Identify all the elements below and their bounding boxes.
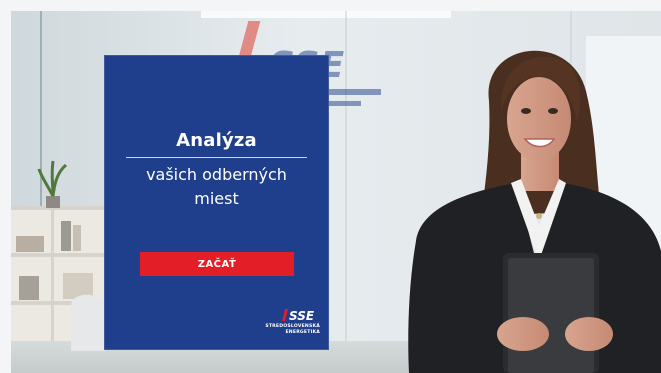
card-title: Analýza	[176, 130, 257, 151]
analysis-intro-card: Analýza vašich odberných miest ZAČAŤ SSE…	[104, 55, 329, 350]
logo-text-line-1: STREDOSLOVENSKÁ	[265, 324, 320, 329]
frame-top-border	[0, 0, 661, 11]
card-subtitle-line-2: miest	[194, 189, 239, 208]
card-subtitle-line-1: vašich odberných	[146, 165, 287, 184]
logo-text-line-2: ENERGETIKA	[285, 330, 320, 335]
sse-logo: SSE STREDOSLOVENSKÁ ENERGETIKA	[262, 309, 324, 343]
frame-left-border	[0, 0, 11, 373]
video-frame: SSE	[0, 0, 661, 373]
ceiling-light	[201, 11, 451, 18]
start-button[interactable]: ZAČAŤ	[140, 252, 294, 276]
title-divider	[126, 157, 307, 158]
sse-logo-mark-icon: SSE	[282, 309, 315, 321]
svg-text:SSE: SSE	[289, 309, 315, 321]
chair	[71, 294, 106, 351]
